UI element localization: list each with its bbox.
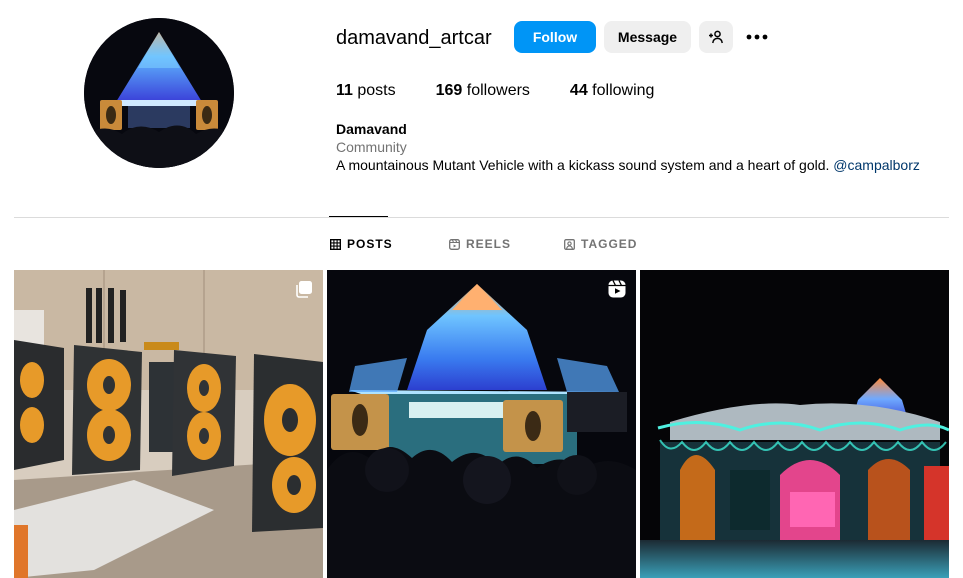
message-button[interactable]: Message	[604, 21, 691, 53]
posts-label: posts	[357, 82, 396, 99]
post-image	[14, 270, 323, 578]
active-tab-indicator	[329, 216, 388, 217]
posts-count: 11	[336, 82, 353, 99]
post-image	[640, 270, 949, 578]
profile-bio: A mountainous Mutant Vehicle with a kick…	[336, 157, 920, 173]
tab-tagged-label: TAGGED	[581, 237, 638, 251]
profile-category: Community	[336, 139, 407, 155]
grid-icon	[330, 238, 341, 250]
profile-stats: 11 posts 169 followers 44 following	[336, 82, 694, 100]
post-thumbnail[interactable]	[640, 270, 949, 578]
post-thumbnail[interactable]	[327, 270, 636, 578]
tabs-divider	[14, 217, 949, 218]
following-stat[interactable]: 44 following	[570, 82, 655, 100]
suggest-user-button[interactable]	[699, 21, 733, 53]
followers-stat[interactable]: 169 followers	[436, 82, 530, 100]
tagged-icon	[564, 238, 575, 250]
profile-avatar[interactable]	[84, 18, 234, 168]
more-options-button[interactable]	[744, 24, 770, 50]
avatar-image	[84, 18, 234, 168]
tab-tagged[interactable]: TAGGED	[564, 237, 637, 251]
following-label: following	[592, 82, 655, 99]
tab-reels[interactable]: REELS	[449, 237, 511, 251]
more-icon	[746, 34, 768, 40]
reels-icon	[449, 238, 460, 250]
add-user-icon	[709, 30, 723, 44]
bio-text: A mountainous Mutant Vehicle with a kick…	[336, 157, 834, 173]
post-thumbnail[interactable]	[14, 270, 323, 578]
followers-label: followers	[466, 82, 530, 99]
post-image	[327, 270, 636, 578]
tab-posts[interactable]: POSTS	[330, 237, 393, 251]
profile-username: damavand_artcar	[336, 27, 492, 49]
follow-button[interactable]: Follow	[514, 21, 596, 53]
bio-mention-link[interactable]: @campalborz	[833, 157, 920, 173]
posts-stat: 11 posts	[336, 82, 396, 100]
tab-reels-label: REELS	[466, 237, 512, 251]
followers-count: 169	[435, 82, 463, 99]
reel-icon	[608, 280, 626, 298]
following-count: 44	[569, 82, 588, 99]
tab-posts-label: POSTS	[347, 237, 393, 251]
profile-name: Damavand	[336, 121, 407, 137]
carousel-icon	[296, 281, 312, 298]
